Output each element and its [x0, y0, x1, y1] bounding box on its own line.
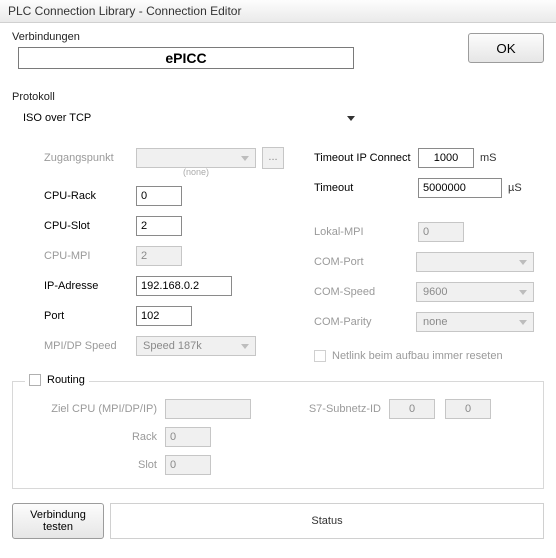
- us-unit: µS: [508, 182, 522, 194]
- com-port-label: COM-Port: [314, 256, 416, 268]
- s7-subnetz-a-input: [389, 399, 435, 419]
- com-parity-select: none: [416, 312, 534, 332]
- cpu-slot-label: CPU-Slot: [44, 220, 136, 232]
- chevron-down-icon: [241, 156, 249, 161]
- status-box: Status: [110, 503, 544, 539]
- ip-adresse-label: IP-Adresse: [44, 280, 136, 292]
- com-parity-label: COM-Parity: [314, 316, 416, 328]
- s7-subnetz-label: S7-Subnetz-ID: [291, 403, 381, 415]
- ziel-cpu-label: Ziel CPU (MPI/DP/IP): [27, 403, 157, 415]
- lokal-mpi-label: Lokal-MPI: [314, 226, 418, 238]
- chevron-down-icon: [347, 116, 355, 121]
- zugangspunkt-browse-button: ...: [262, 147, 284, 169]
- mpidp-speed-select: Speed 187k: [136, 336, 256, 356]
- chevron-down-icon: [241, 344, 249, 349]
- zugangspunkt-select: [136, 148, 256, 168]
- chevron-down-icon: [519, 320, 527, 325]
- cpu-mpi-label: CPU-MPI: [44, 250, 136, 262]
- ip-adresse-input[interactable]: [136, 276, 232, 296]
- mpidp-speed-label: MPI/DP Speed: [44, 340, 136, 352]
- routing-checkbox[interactable]: [29, 374, 41, 386]
- routing-slot-input: [165, 455, 211, 475]
- cpu-slot-input[interactable]: [136, 216, 182, 236]
- routing-slot-label: Slot: [27, 459, 157, 471]
- netlink-reset-checkbox: [314, 350, 326, 362]
- s7-subnetz-b-input: [445, 399, 491, 419]
- cpu-rack-label: CPU-Rack: [44, 190, 136, 202]
- protokoll-value: ISO over TCP: [23, 112, 91, 124]
- timeout-input[interactable]: [418, 178, 502, 198]
- port-input[interactable]: [136, 306, 192, 326]
- zugangspunkt-none-caption: (none): [136, 167, 256, 177]
- window-title: PLC Connection Library - Connection Edit…: [8, 4, 241, 18]
- routing-label: Routing: [47, 374, 85, 386]
- routing-rack-label: Rack: [27, 431, 157, 443]
- com-port-select: [416, 252, 534, 272]
- ms-unit: mS: [480, 152, 497, 164]
- cpu-mpi-input: [136, 246, 182, 266]
- ziel-cpu-input: [165, 399, 251, 419]
- status-label: Status: [311, 515, 342, 527]
- timeout-ip-input[interactable]: [418, 148, 474, 168]
- timeout-ip-label: Timeout IP Connect: [314, 152, 418, 164]
- timeout-label: Timeout: [314, 182, 418, 194]
- netlink-reset-label: Netlink beim aufbau immer reseten: [332, 350, 503, 362]
- routing-rack-input: [165, 427, 211, 447]
- protokoll-select[interactable]: ISO over TCP: [12, 107, 362, 129]
- test-connection-button[interactable]: Verbindung testen: [12, 503, 104, 539]
- lokal-mpi-input: [418, 222, 464, 242]
- chevron-down-icon: [519, 290, 527, 295]
- com-speed-label: COM-Speed: [314, 286, 416, 298]
- routing-group: Routing Ziel CPU (MPI/DP/IP) Rack Slot: [12, 381, 544, 489]
- window-titlebar: PLC Connection Library - Connection Edit…: [0, 0, 556, 23]
- port-label: Port: [44, 310, 136, 322]
- chevron-down-icon: [519, 260, 527, 265]
- connection-name-input[interactable]: [18, 47, 354, 69]
- com-speed-select: 9600: [416, 282, 534, 302]
- cpu-rack-input[interactable]: [136, 186, 182, 206]
- zugangspunkt-label: Zugangspunkt: [44, 152, 136, 164]
- verbindungen-label: Verbindungen: [12, 31, 458, 43]
- protokoll-label: Protokoll: [12, 91, 544, 103]
- ok-button[interactable]: OK: [468, 33, 544, 63]
